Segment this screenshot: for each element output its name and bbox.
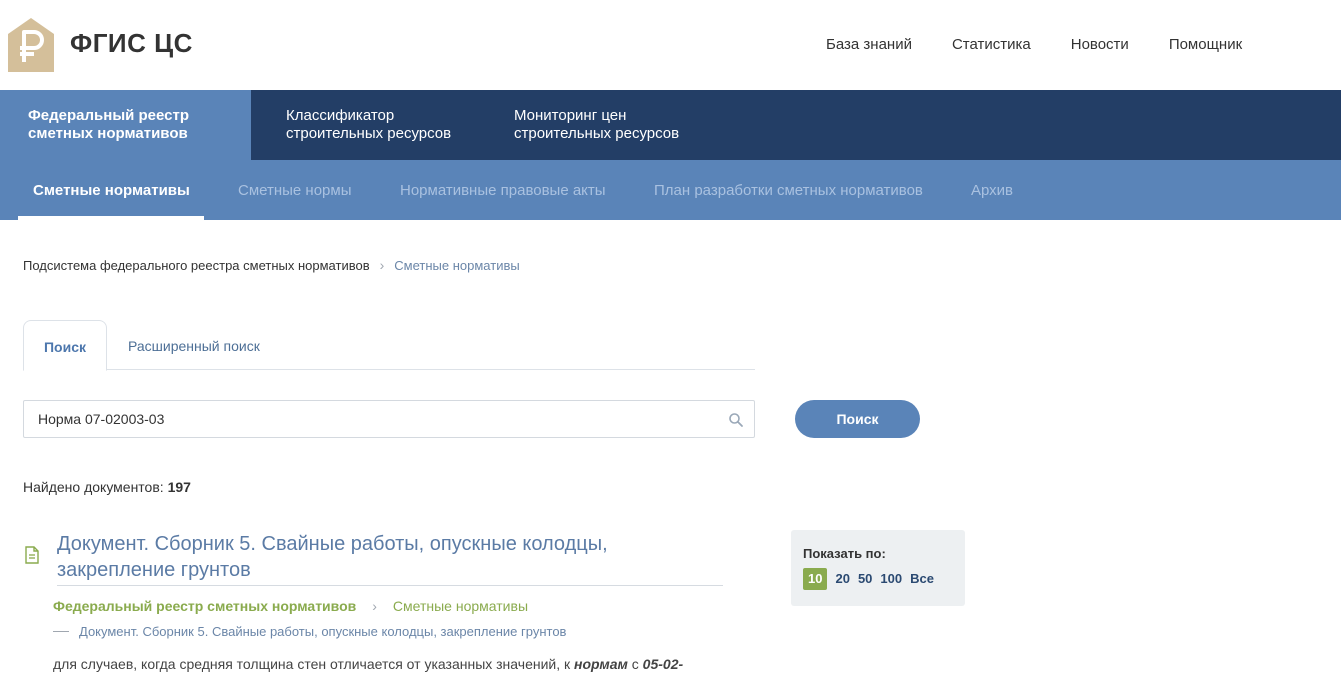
main-nav-classifier[interactable]: Классификатор строительных ресурсов (251, 90, 514, 160)
sub-nav-estimate-standards[interactable]: Сметные нормативы (33, 182, 190, 199)
breadcrumb-root[interactable]: Подсистема федерального реестра сметных … (23, 258, 370, 273)
document-icon (25, 546, 39, 564)
sub-nav-estimate-norms[interactable]: Сметные нормы (238, 182, 352, 199)
page-size-100[interactable]: 100 (880, 568, 902, 590)
top-nav: База знаний Статистика Новости Помощник (826, 36, 1242, 53)
result-title-link[interactable]: Документ. Сборник 5. Свайные работы, опу… (57, 531, 697, 583)
top-nav-assistant[interactable]: Помощник (1169, 36, 1242, 53)
search-tabs: Поиск Расширенный поиск (23, 320, 755, 371)
result-path: Федеральный реестр сметных нормативов › … (53, 598, 528, 614)
result-subpath: Документ. Сборник 5. Свайные работы, опу… (53, 624, 566, 639)
page-size-selector: Показать по: 10 20 50 100 Все (791, 530, 965, 606)
found-count: Найдено документов: 197 (23, 479, 191, 495)
main-nav-price-monitoring[interactable]: Мониторинг цен строительных ресурсов (514, 90, 764, 160)
sub-nav: Сметные нормативы Сметные нормы Норматив… (0, 160, 1341, 220)
chevron-right-icon: › (379, 257, 385, 273)
page-size-label: Показать по: (803, 546, 886, 561)
page-size-50[interactable]: 50 (858, 568, 872, 590)
search-button[interactable]: Поиск (795, 400, 920, 438)
dash-icon (53, 631, 69, 632)
ruble-house-icon[interactable] (8, 18, 54, 72)
active-tab-indicator (18, 216, 204, 220)
tab-search[interactable]: Поиск (23, 320, 107, 371)
sub-nav-development-plan[interactable]: План разработки сметных нормативов (654, 182, 923, 199)
brand-name[interactable]: ФГИС ЦС (70, 28, 193, 59)
result-subpath-link[interactable]: Документ. Сборник 5. Свайные работы, опу… (79, 624, 566, 639)
page-size-20[interactable]: 20 (835, 568, 849, 590)
breadcrumb-current: Сметные нормативы (394, 257, 520, 273)
result-path-section[interactable]: Сметные нормативы (393, 598, 528, 614)
result-divider (57, 585, 723, 586)
search-icon[interactable] (728, 412, 744, 428)
tab-advanced-search[interactable]: Расширенный поиск (128, 320, 260, 370)
main-nav: Федеральный реестр сметных нормативов Кл… (0, 90, 1341, 160)
page-size-10[interactable]: 10 (803, 568, 828, 590)
top-header: ФГИС ЦС База знаний Статистика Новости П… (0, 0, 1341, 90)
breadcrumb: Подсистема федерального реестра сметных … (23, 257, 520, 273)
result-snippet: для случаев, когда средняя толщина стен … (53, 656, 684, 672)
found-count-value: 197 (167, 479, 191, 495)
top-nav-news[interactable]: Новости (1071, 36, 1129, 53)
main-nav-federal-registry[interactable]: Федеральный реестр сметных нормативов (0, 90, 251, 160)
chevron-right-icon: › (372, 598, 377, 614)
top-nav-statistics[interactable]: Статистика (952, 36, 1031, 53)
page-size-all[interactable]: Все (910, 568, 934, 590)
sub-nav-archive[interactable]: Архив (971, 182, 1013, 199)
sub-nav-legal-acts[interactable]: Нормативные правовые акты (400, 182, 606, 199)
result-path-registry[interactable]: Федеральный реестр сметных нормативов (53, 598, 356, 614)
search-field (23, 400, 755, 438)
top-nav-knowledge-base[interactable]: База знаний (826, 36, 912, 53)
search-input[interactable] (38, 411, 718, 427)
